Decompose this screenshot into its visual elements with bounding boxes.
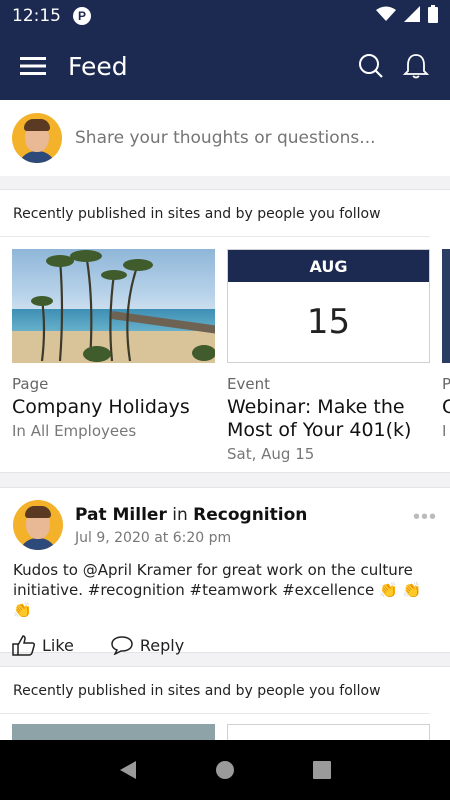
partial-thumbnail bbox=[442, 249, 450, 363]
site-name[interactable]: Recognition bbox=[193, 505, 307, 525]
event-calendar-thumbnail: AUG 15 bbox=[227, 249, 430, 363]
page-title: Feed bbox=[68, 51, 128, 81]
in-text: in bbox=[172, 504, 188, 525]
status-time: 12:15 bbox=[12, 6, 61, 26]
reply-button[interactable]: Reply bbox=[110, 635, 184, 655]
app-bar-actions bbox=[358, 52, 430, 80]
post-card: Pat Miller in Recognition Jul 9, 2020 at… bbox=[0, 487, 450, 656]
carousel-item-webinar[interactable]: AUG 15 Event Webinar: Make the Most of Y… bbox=[227, 249, 430, 463]
wifi-icon bbox=[376, 6, 396, 27]
like-button[interactable]: Like bbox=[12, 634, 74, 656]
status-bar: 12:15 P bbox=[0, 0, 450, 32]
search-icon[interactable] bbox=[358, 53, 384, 79]
item-title: C bbox=[442, 396, 450, 418]
item-type: P bbox=[442, 375, 450, 393]
recently-published-carousel[interactable]: Page Company Holidays In All Employees A… bbox=[0, 237, 450, 473]
speech-bubble-icon bbox=[111, 636, 133, 655]
recently-published-card: Recently published in sites and by peopl… bbox=[0, 189, 450, 473]
system-nav-bar bbox=[0, 740, 450, 800]
recently-published-header: Recently published in sites and by peopl… bbox=[0, 667, 430, 714]
share-thoughts-input[interactable] bbox=[75, 128, 438, 148]
beach-thumbnail bbox=[12, 249, 215, 363]
item-subtitle: Sat, Aug 15 bbox=[227, 445, 315, 463]
composer bbox=[0, 100, 450, 176]
event-month: AUG bbox=[228, 250, 429, 282]
back-icon[interactable] bbox=[118, 760, 138, 780]
post-body: Kudos to @April Kramer for great work on… bbox=[13, 561, 422, 619]
author-name[interactable]: Pat Miller bbox=[75, 505, 167, 525]
status-icons bbox=[376, 4, 438, 28]
post-date: Jul 9, 2020 at 6:20 pm bbox=[75, 529, 232, 546]
author-avatar[interactable] bbox=[13, 500, 63, 550]
menu-icon[interactable] bbox=[20, 56, 46, 76]
item-type: Event bbox=[227, 375, 270, 393]
battery-icon bbox=[428, 4, 438, 28]
app-notification-icon: P bbox=[73, 7, 91, 25]
event-day: 15 bbox=[306, 302, 351, 342]
cell-signal-icon bbox=[404, 5, 420, 27]
item-subtitle: In All Employees bbox=[12, 422, 137, 440]
more-options-icon[interactable]: ••• bbox=[413, 506, 437, 529]
bell-icon[interactable] bbox=[402, 52, 430, 80]
app-bar: Feed bbox=[0, 32, 450, 100]
item-subtitle: I bbox=[442, 422, 447, 440]
thumbs-up-icon bbox=[12, 635, 36, 656]
home-icon[interactable] bbox=[215, 760, 235, 780]
like-label: Like bbox=[42, 635, 74, 655]
post-author-line: Pat Miller in Recognition bbox=[75, 505, 307, 525]
avatar[interactable] bbox=[12, 113, 62, 163]
carousel-item-company-holidays[interactable]: Page Company Holidays In All Employees bbox=[12, 249, 215, 440]
item-title: Company Holidays bbox=[12, 396, 190, 418]
item-title: Webinar: Make the Most of Your 401(k) bbox=[227, 396, 412, 441]
recents-icon[interactable] bbox=[312, 760, 332, 780]
recently-published-header: Recently published in sites and by peopl… bbox=[0, 190, 430, 237]
reply-label: Reply bbox=[139, 635, 185, 655]
item-type: Page bbox=[12, 375, 49, 393]
carousel-item-partial[interactable]: P C I bbox=[442, 249, 450, 440]
